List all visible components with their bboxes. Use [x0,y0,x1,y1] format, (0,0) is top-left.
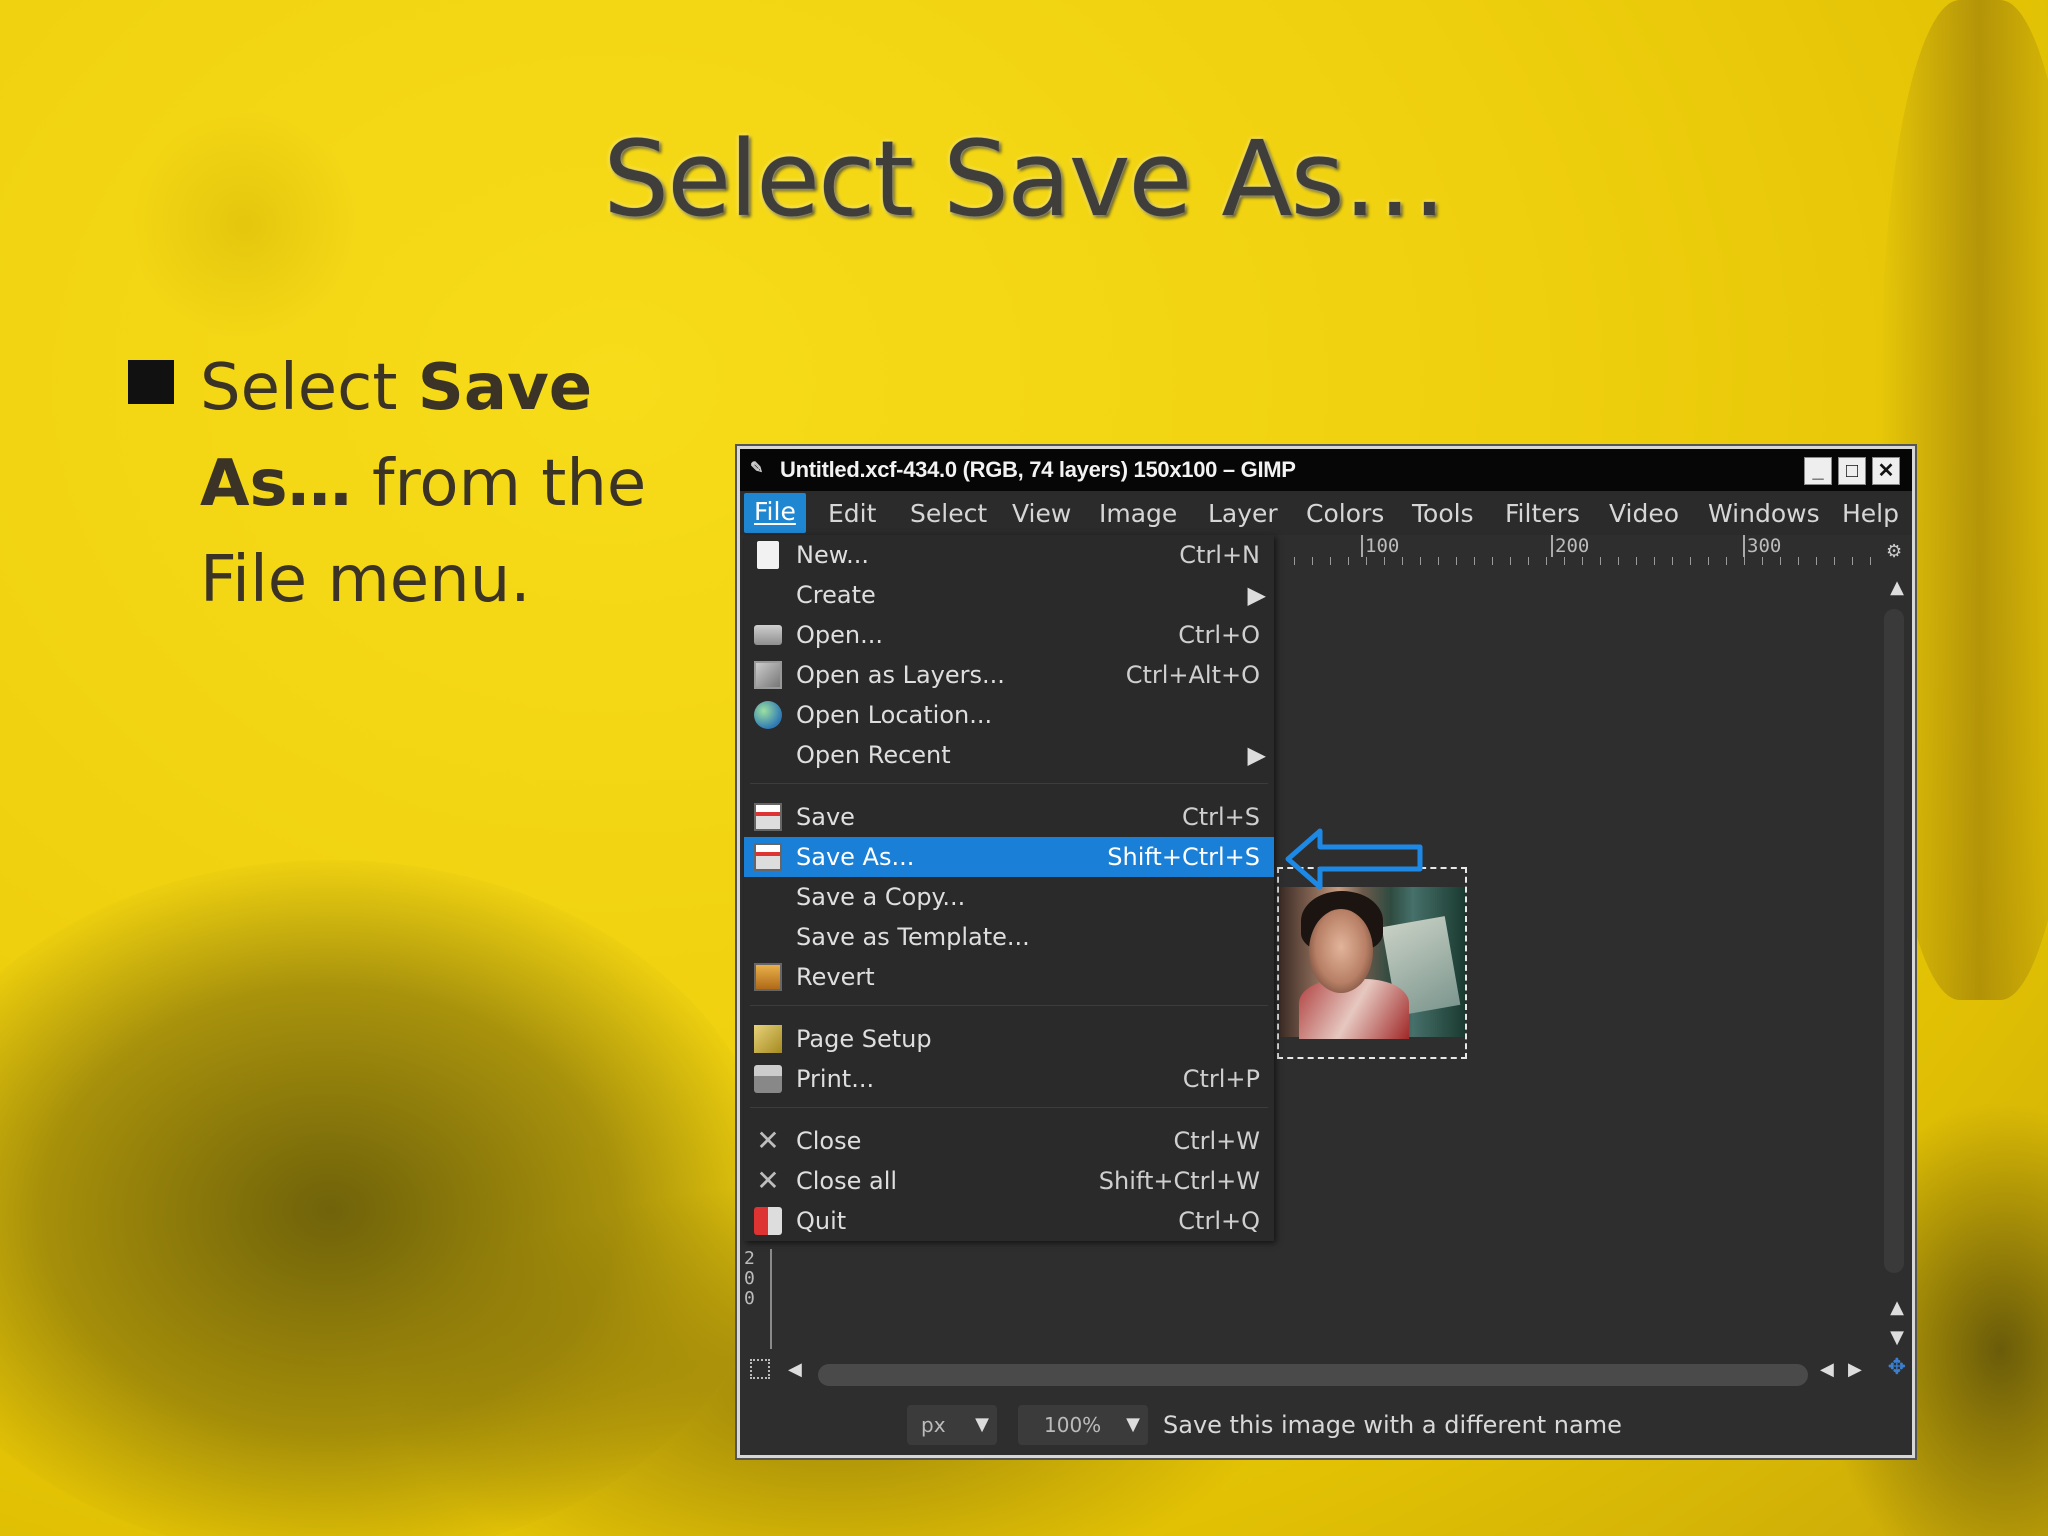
chevron-down-icon: ▼ [1126,1414,1140,1435]
menu-layer[interactable]: Layer [1208,499,1278,528]
menu-item-save-as[interactable]: Save As... Shift+Ctrl+S [744,837,1274,877]
menu-separator [750,1005,1268,1006]
ruler-label: 0 [744,1268,755,1289]
scroll-right-icon[interactable]: ▶ [1848,1359,1862,1380]
pointer-arrow-icon [1285,828,1423,890]
menu-item-quit[interactable]: Quit Ctrl+Q [744,1201,1274,1241]
scroll-left-small-icon[interactable]: ◀ [1820,1359,1834,1380]
globe-icon [754,701,782,729]
new-document-icon [757,541,779,569]
gimp-window: ✎ Untitled.xcf-434.0 (RGB, 74 layers) 15… [737,446,1915,1458]
menu-colors[interactable]: Colors [1306,499,1384,528]
revert-icon [754,963,782,991]
submenu-arrow-icon: ▶ [1247,741,1266,769]
scroll-left-icon[interactable]: ◀ [788,1359,802,1380]
menu-item-revert[interactable]: Revert [744,957,1274,997]
menu-item-save[interactable]: Save Ctrl+S [744,797,1274,837]
menu-tools[interactable]: Tools [1412,499,1474,528]
menu-help[interactable]: Help [1842,499,1899,528]
horizontal-ruler: 100 200 300 [1277,535,1881,565]
canvas-corner-icon[interactable]: ⚙ [1886,543,1904,561]
submenu-arrow-icon: ▶ [1247,581,1266,609]
ruler-label: 2 [744,1248,755,1269]
menu-item-page-setup[interactable]: Page Setup [744,1019,1274,1059]
print-icon [754,1065,782,1093]
menu-file[interactable]: File [744,493,806,533]
menu-edit[interactable]: Edit [828,499,876,528]
menu-item-close-all[interactable]: ✕ Close all Shift+Ctrl+W [744,1161,1274,1201]
menu-item-new[interactable]: New... Ctrl+N [744,535,1274,575]
menu-item-create[interactable]: Create ▶ [744,575,1274,615]
menu-item-open-location[interactable]: Open Location... [744,695,1274,735]
menu-video[interactable]: Video [1609,499,1679,528]
open-layers-icon [754,661,782,689]
unit-select[interactable]: px ▼ [907,1405,997,1445]
window-titlebar[interactable]: ✎ Untitled.xcf-434.0 (RGB, 74 layers) 15… [740,449,1912,491]
file-menu: New... Ctrl+N Create ▶ Open... Ctrl+O Op… [744,535,1274,1241]
menu-separator [750,1107,1268,1108]
menu-item-print[interactable]: Print... Ctrl+P [744,1059,1274,1099]
quit-icon [754,1207,782,1235]
minimize-button[interactable]: _ [1804,457,1832,485]
save-as-icon [754,843,782,871]
menu-select[interactable]: Select [910,499,987,528]
menu-separator [750,783,1268,784]
menu-view[interactable]: View [1012,499,1071,528]
menu-item-save-a-copy[interactable]: Save a Copy... [744,877,1274,917]
ruler-label: 200 [1551,535,1589,557]
menu-item-close[interactable]: ✕ Close Ctrl+W [744,1121,1274,1161]
bullet-text: Select Save As… from the File menu. [200,351,647,617]
open-folder-icon [754,625,782,645]
ruler-label: 100 [1361,535,1399,557]
zoom-up-icon[interactable]: ▲ [1890,1297,1904,1318]
gimp-app-icon: ✎ [750,460,764,477]
vertical-scrollbar[interactable] [1884,609,1904,1273]
close-x-icon: ✕ [756,1124,780,1157]
close-window-button[interactable]: ✕ [1872,457,1900,485]
ruler-label: 0 [744,1288,755,1309]
scroll-up-icon[interactable]: ▲ [1890,577,1904,598]
menu-item-open-recent[interactable]: Open Recent ▶ [744,735,1274,775]
page-setup-icon [754,1025,782,1053]
zoom-select[interactable]: 100% ▼ [1018,1405,1148,1445]
bullet-square-icon [128,360,174,404]
horizontal-scrollbar[interactable] [818,1364,1808,1386]
menu-item-open[interactable]: Open... Ctrl+O [744,615,1274,655]
slide-background: Select Save As… Select Save As… from the… [0,0,2048,1536]
menu-filters[interactable]: Filters [1505,499,1580,528]
navigate-icon[interactable]: ✥ [1888,1355,1906,1380]
quick-mask-icon[interactable] [750,1359,770,1379]
maximize-button[interactable]: □ [1838,457,1866,485]
menu-item-open-as-layers[interactable]: Open as Layers... Ctrl+Alt+O [744,655,1274,695]
save-icon [754,803,782,831]
chevron-down-icon: ▼ [975,1414,989,1435]
menubar: File Edit Select View Image Layer Colors… [740,491,1912,535]
menu-item-save-as-template[interactable]: Save as Template... [744,917,1274,957]
statusbar: px ▼ 100% ▼ Save this image with a diffe… [740,1397,1912,1455]
ruler-label: 300 [1743,535,1781,557]
status-message: Save this image with a different name [1163,1411,1622,1439]
zoom-down-icon[interactable]: ▼ [1890,1327,1904,1348]
vertical-ruler: 2 0 0 [744,1249,772,1349]
window-title: Untitled.xcf-434.0 (RGB, 74 layers) 150x… [780,457,1296,482]
close-all-x-icon: ✕ [756,1164,780,1197]
menu-windows[interactable]: Windows [1708,499,1820,528]
menu-image[interactable]: Image [1099,499,1177,528]
slide-title: Select Save As… [603,118,1447,240]
